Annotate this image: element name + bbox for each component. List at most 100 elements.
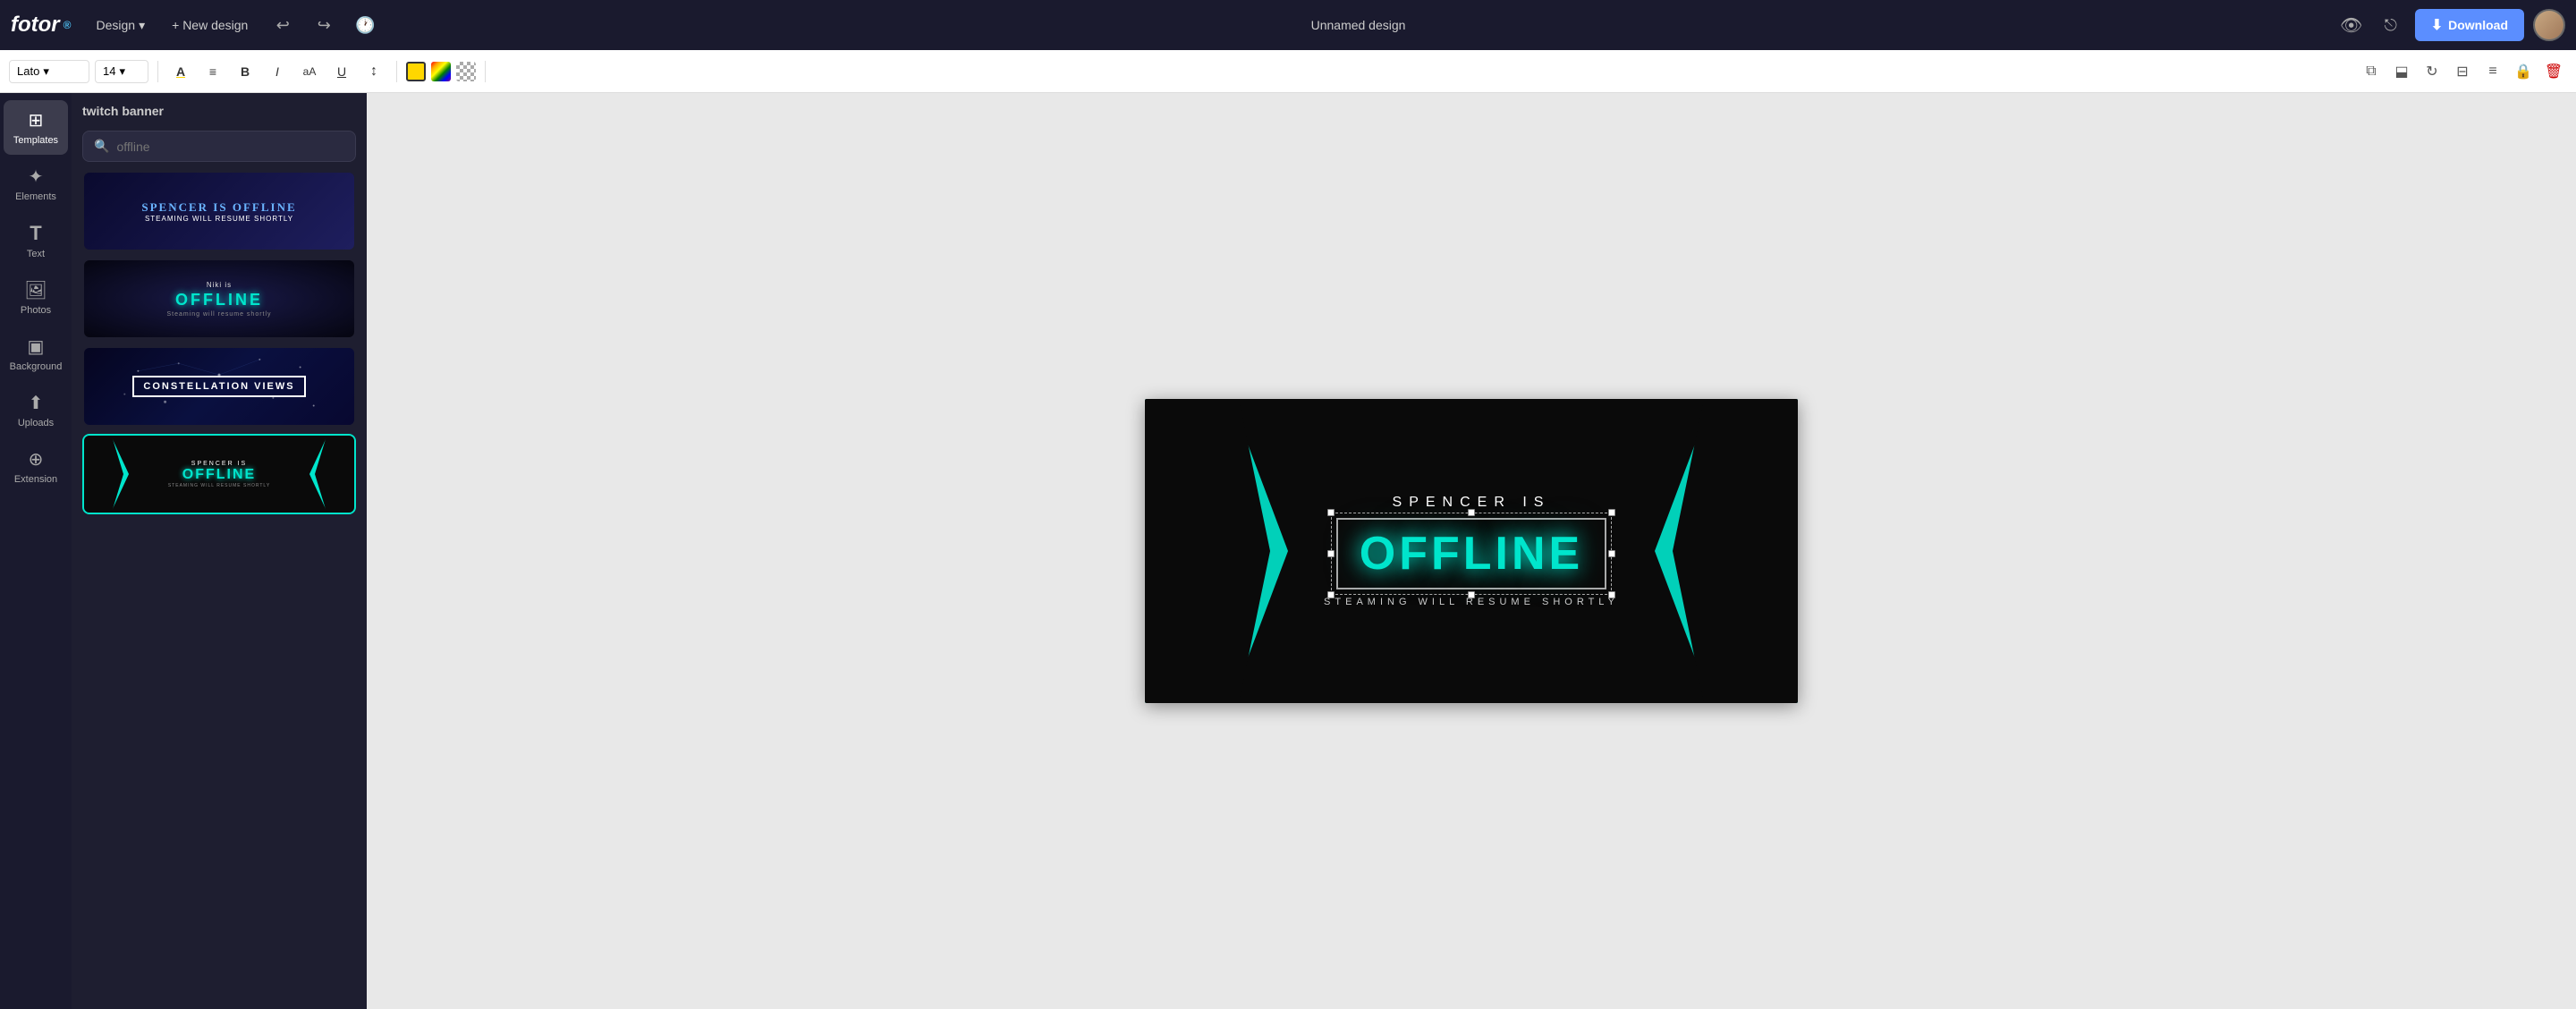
undo-button[interactable]: ↩ (267, 10, 298, 40)
handle-mid-left[interactable] (1327, 550, 1335, 557)
templates-icon: ⊞ (29, 109, 44, 131)
sidebar-item-uploads[interactable]: ⬆ Uploads (4, 383, 68, 437)
template-4-spencer: SPENCER IS (168, 461, 270, 467)
sidebar-item-label: Uploads (18, 418, 54, 428)
logo-sup: ® (64, 19, 72, 31)
layers-button[interactable]: ≡ (2479, 58, 2506, 85)
text-align-button[interactable]: ≡ (199, 58, 226, 85)
line-height-button[interactable]: ↕ (360, 58, 387, 85)
canvas-offline-selected-box[interactable]: OFFLINE (1336, 518, 1606, 589)
sidebar-item-label: Background (10, 361, 63, 372)
handle-mid-right[interactable] (1608, 550, 1615, 557)
sidebar-item-extension[interactable]: ⊕ Extension (4, 439, 68, 494)
template-4-right-overlay (315, 436, 354, 513)
sidebar-item-background[interactable]: ▣ Background (4, 326, 68, 381)
download-button[interactable]: ⬇ Download (2415, 9, 2524, 41)
handle-top-left[interactable] (1327, 509, 1335, 516)
font-color-button[interactable]: A (167, 58, 194, 85)
delete-button[interactable]: 🗑 (2540, 58, 2567, 85)
duplicate-button[interactable]: ⧉ (2358, 58, 2385, 85)
template-item-1[interactable]: SPENCER IS OFFLINE STEAMING WILL RESUME … (82, 171, 356, 251)
search-bar: 🔍 (82, 131, 356, 162)
design-menu-button[interactable]: Design ▾ (89, 14, 153, 37)
templates-panel: twitch banner 🔍 SPENCER IS OFFLINE STEAM… (72, 93, 367, 1009)
sidebar-item-templates[interactable]: ⊞ Templates (4, 100, 68, 155)
top-navigation: fotor ® Design ▾ + New design ↩ ↪ 🕐 Unnam… (0, 0, 2576, 50)
template-4-subtitle: STEAMING WILL RESUME SHORTLY (168, 483, 270, 488)
canvas-content: SPENCER IS OFFLINE STEAMING WILL RESUME … (1145, 399, 1798, 703)
underline-button[interactable]: U (328, 58, 355, 85)
font-family-selector[interactable]: Lato ▾ (9, 60, 89, 83)
template-2-name: Niki is (207, 281, 232, 289)
sidebar-item-photos[interactable]: 🖼 Photos (4, 270, 68, 325)
rotate-button[interactable]: ↻ (2419, 58, 2445, 85)
italic-button[interactable]: I (264, 58, 291, 85)
design-canvas: SPENCER IS OFFLINE STEAMING WILL RESUME … (1145, 399, 1798, 703)
template-3-text: CONSTELLATION VIEWS (132, 376, 305, 397)
handle-top-right[interactable] (1608, 509, 1615, 516)
sidebar-item-text[interactable]: T Text (4, 213, 68, 268)
text-effect-button[interactable] (431, 62, 451, 81)
lock-button[interactable]: 🔒 (2510, 58, 2537, 85)
separator (157, 61, 158, 82)
fill-color-swatch[interactable] (406, 62, 426, 81)
template-1-subtitle: STEAMING WILL RESUME SHORTLY (141, 215, 296, 223)
sidebar-item-label: Extension (14, 474, 57, 485)
main-area: ⊞ Templates ✦ Elements T Text 🖼 Photos ▣… (0, 93, 2576, 1009)
nav-right-area: 👁 ⎋ ⬇ Download (2336, 9, 2565, 41)
canvas-offline-text[interactable]: OFFLINE (1360, 527, 1583, 581)
aa-button[interactable]: aA (296, 58, 323, 85)
handle-top-center[interactable] (1468, 509, 1475, 516)
template-2-offline: OFFLINE (175, 291, 263, 309)
template-item-3[interactable]: CONSTELLATION VIEWS (82, 346, 356, 427)
elements-icon: ✦ (29, 165, 44, 188)
handle-bottom-left[interactable] (1327, 591, 1335, 598)
font-color-btn[interactable]: A (167, 58, 194, 85)
sidebar-item-label: Text (27, 249, 45, 259)
preview-button[interactable]: 👁 (2336, 10, 2367, 40)
avatar[interactable] (2533, 9, 2565, 41)
template-2-sub: Steaming will resume shortly (166, 311, 271, 318)
download-icon: ⬇ (2431, 16, 2443, 34)
handle-bottom-center[interactable] (1468, 591, 1475, 598)
font-size-selector[interactable]: 14 ▾ (95, 60, 148, 83)
template-grid: SPENCER IS OFFLINE STEAMING WILL RESUME … (82, 171, 356, 514)
chevron-down-icon: ▾ (119, 64, 125, 79)
history-button[interactable]: 🕐 (350, 10, 380, 40)
separator (485, 61, 486, 82)
new-design-button[interactable]: + New design (163, 14, 257, 36)
avatar-image (2535, 11, 2563, 39)
sidebar-item-label: Elements (15, 191, 56, 202)
canvas-area[interactable]: SPENCER IS OFFLINE STEAMING WILL RESUME … (367, 93, 2576, 1009)
sidebar-item-elements[interactable]: ✦ Elements (4, 157, 68, 211)
template-item-2[interactable]: Niki is OFFLINE Steaming will resume sho… (82, 259, 356, 339)
template-item-4[interactable]: SPENCER IS OFFLINE STEAMING WILL RESUME … (82, 434, 356, 514)
panel-title: twitch banner (82, 104, 356, 118)
uploads-icon: ⬆ (29, 392, 44, 414)
logo-text: fotor (11, 13, 60, 38)
sidebar-item-label: Templates (13, 135, 58, 146)
text-icon: T (30, 222, 41, 245)
photos-icon: 🖼 (24, 279, 47, 301)
handle-bottom-right[interactable] (1608, 591, 1615, 598)
left-sidebar: ⊞ Templates ✦ Elements T Text 🖼 Photos ▣… (0, 93, 72, 1009)
extension-icon: ⊕ (29, 448, 44, 471)
chevron-down-icon: ▾ (139, 18, 145, 33)
horizontal-align-button[interactable]: ⊟ (2449, 58, 2476, 85)
text-toolbar: Lato ▾ 14 ▾ A ≡ B I aA U ↕ ⧉ ⬓ ↻ ⊟ ≡ 🔒 🗑 (0, 50, 2576, 93)
document-title[interactable]: Unnamed design (391, 18, 2325, 32)
vertical-align-button[interactable]: ⬓ (2388, 58, 2415, 85)
template-1-title: SPENCER IS OFFLINE (141, 200, 296, 215)
separator (396, 61, 397, 82)
background-icon: ▣ (28, 335, 45, 358)
opacity-button[interactable] (456, 62, 476, 81)
search-input[interactable] (116, 140, 344, 154)
chevron-down-icon: ▾ (43, 64, 49, 79)
redo-button[interactable]: ↪ (309, 10, 339, 40)
logo[interactable]: fotor ® (11, 13, 72, 38)
bold-button[interactable]: B (232, 58, 258, 85)
share-button[interactable]: ⎋ (2376, 10, 2406, 40)
template-4-offline: OFFLINE (168, 467, 270, 483)
toolbar-right-actions: ⧉ ⬓ ↻ ⊟ ≡ 🔒 🗑 (2358, 58, 2567, 85)
sidebar-item-label: Photos (21, 305, 51, 316)
